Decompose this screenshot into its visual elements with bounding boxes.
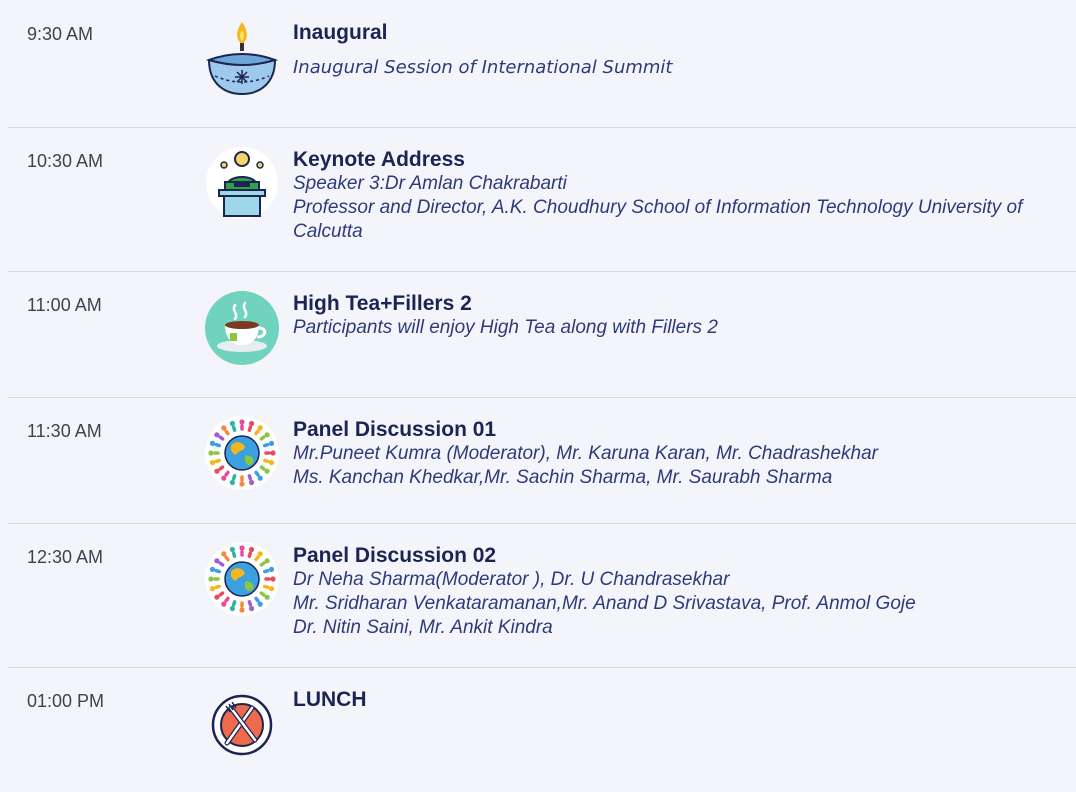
session-content: Keynote Address Speaker 3:Dr Amlan Chakr… — [293, 148, 1066, 244]
session-detail-line: Mr. Sridharan Venkataramanan,Mr. Anand D… — [293, 593, 916, 614]
speaker-podium-icon — [205, 146, 279, 220]
session-time: 9:30 AM — [27, 24, 94, 44]
schedule-row-lunch: 01:00 PM LUNCH — [8, 667, 1076, 792]
session-content: Inaugural Inaugural Session of Internati… — [293, 21, 1066, 80]
session-time: 11:30 AM — [27, 421, 102, 441]
session-content: High Tea+Fillers 2 Participants will enj… — [293, 292, 1066, 340]
session-content: Panel Discussion 01 Mr.Puneet Kumra (Mod… — [293, 418, 1066, 490]
tea-cup-icon — [205, 291, 279, 365]
globe-people-icon — [205, 416, 279, 490]
session-detail-line: Dr. Nitin Saini, Mr. Ankit Kindra — [293, 617, 553, 638]
session-title: High Tea+Fillers 2 — [293, 292, 472, 315]
session-title: LUNCH — [293, 688, 367, 711]
session-title: Panel Discussion 01 — [293, 418, 497, 441]
session-time: 10:30 AM — [27, 151, 104, 171]
session-time: 12:30 AM — [27, 547, 104, 567]
schedule-row-keynote: 10:30 AM Keynote Address Speaker 3:Dr Am… — [8, 127, 1076, 271]
session-detail-line: Professor and Director, A.K. Choudhury S… — [293, 197, 1023, 242]
diya-lamp-icon — [205, 18, 279, 96]
session-detail-line: Speaker 3:Dr Amlan Chakrabarti — [293, 173, 567, 194]
session-detail-line: Inaugural Session of International Summi… — [293, 57, 673, 78]
schedule-row-high-tea: 11:00 AM High Tea+Fillers 2 Participants… — [8, 271, 1076, 397]
session-content: Panel Discussion 02 Dr Neha Sharma(Moder… — [293, 544, 1066, 640]
schedule-row-panel-01: 11:30 AM Panel Discussion 01 Mr.Puneet K… — [8, 397, 1076, 523]
globe-people-icon — [205, 542, 279, 616]
session-time: 01:00 PM — [27, 691, 105, 711]
session-title: Inaugural — [293, 21, 388, 44]
session-time: 11:00 AM — [27, 295, 102, 315]
session-detail-line: Ms. Kanchan Khedkar,Mr. Sachin Sharma, M… — [293, 467, 833, 488]
session-content: LUNCH — [293, 688, 1066, 712]
schedule-row-panel-02: 12:30 AM Panel Discussion 02 Dr Neha Sha… — [8, 523, 1076, 667]
plate-cutlery-icon — [205, 690, 279, 764]
session-detail-line: Mr.Puneet Kumra (Moderator), Mr. Karuna … — [293, 443, 879, 464]
session-detail-line: Participants will enjoy High Tea along w… — [293, 317, 718, 338]
schedule-list: 9:30 AM Inaugural Inaugural Session of I… — [0, 0, 1076, 792]
schedule-row-inaugural: 9:30 AM Inaugural Inaugural Session of I… — [8, 0, 1076, 127]
session-title: Panel Discussion 02 — [293, 544, 497, 567]
session-title: Keynote Address — [293, 148, 465, 171]
session-detail-line: Dr Neha Sharma(Moderator ), Dr. U Chandr… — [293, 569, 730, 590]
